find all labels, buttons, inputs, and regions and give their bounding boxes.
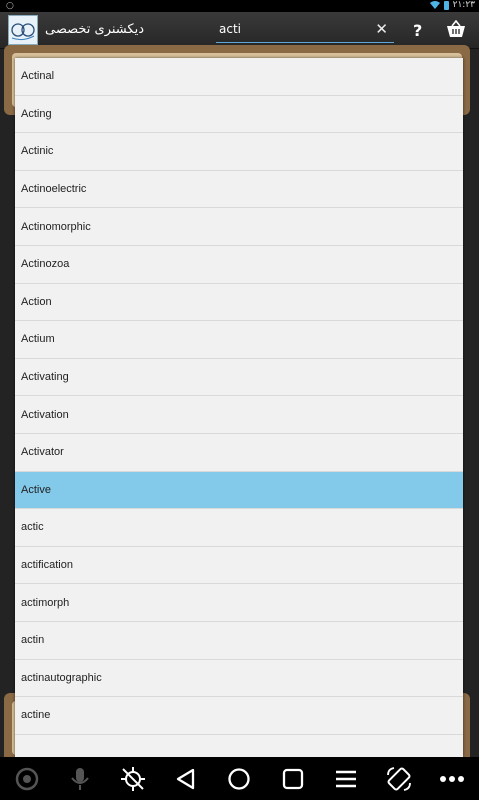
search-input[interactable] <box>219 21 359 37</box>
navigation-bar <box>0 757 479 800</box>
list-item[interactable]: Actinic <box>15 133 463 171</box>
action-bar: دیکشنری تخصصی ✕ ? <box>0 12 479 49</box>
list-item[interactable]: actimorph <box>15 584 463 622</box>
status-bar: ○ ۲۱:۲۳ <box>0 0 479 12</box>
list-item[interactable]: Acting <box>15 96 463 134</box>
menu-icon[interactable] <box>326 759 366 799</box>
close-icon[interactable]: ✕ <box>375 21 388 37</box>
home-icon[interactable] <box>219 759 259 799</box>
basket-icon[interactable] <box>446 19 466 42</box>
list-item[interactable]: actification <box>15 547 463 585</box>
list-item[interactable]: actinautographic <box>15 660 463 698</box>
list-item[interactable]: Actinomorphic <box>15 208 463 246</box>
camera-icon[interactable] <box>7 759 47 799</box>
list-item[interactable]: Actinozoa <box>15 246 463 284</box>
more-icon[interactable] <box>432 759 472 799</box>
list-item[interactable]: Activator <box>15 434 463 472</box>
app-logo-icon[interactable] <box>8 15 38 45</box>
list-item[interactable]: actine <box>15 697 463 735</box>
gps-off-icon[interactable] <box>113 759 153 799</box>
list-item[interactable]: actin <box>15 622 463 660</box>
word-list: Actinal Acting Actinic Actinoelectric Actino… <box>15 58 463 757</box>
list-item[interactable]: Activation <box>15 396 463 434</box>
back-icon[interactable] <box>166 759 206 799</box>
list-item[interactable]: Actium <box>15 321 463 359</box>
wifi-icon <box>429 1 440 9</box>
notification-icon: ○ <box>6 1 14 11</box>
list-item[interactable]: Activating <box>15 359 463 397</box>
recents-icon[interactable] <box>273 759 313 799</box>
rotate-icon[interactable] <box>379 759 419 799</box>
list-item[interactable]: Active <box>15 471 463 510</box>
status-time: ۲۱:۲۳ <box>452 0 475 10</box>
mic-icon[interactable] <box>60 759 100 799</box>
list-item[interactable]: Actinal <box>15 58 463 96</box>
list-item[interactable]: Action <box>15 284 463 322</box>
status-right: ۲۱:۲۳ <box>429 0 475 10</box>
content-area: Actinal Acting Actinic Actinoelectric Actino… <box>0 45 479 763</box>
app-title: دیکشنری تخصصی <box>45 22 144 37</box>
search-box[interactable]: ✕ <box>216 18 394 43</box>
battery-icon <box>443 0 449 10</box>
question-icon[interactable]: ? <box>413 21 422 40</box>
list-item[interactable]: actic <box>15 509 463 547</box>
list-item[interactable]: Actinoelectric <box>15 171 463 209</box>
